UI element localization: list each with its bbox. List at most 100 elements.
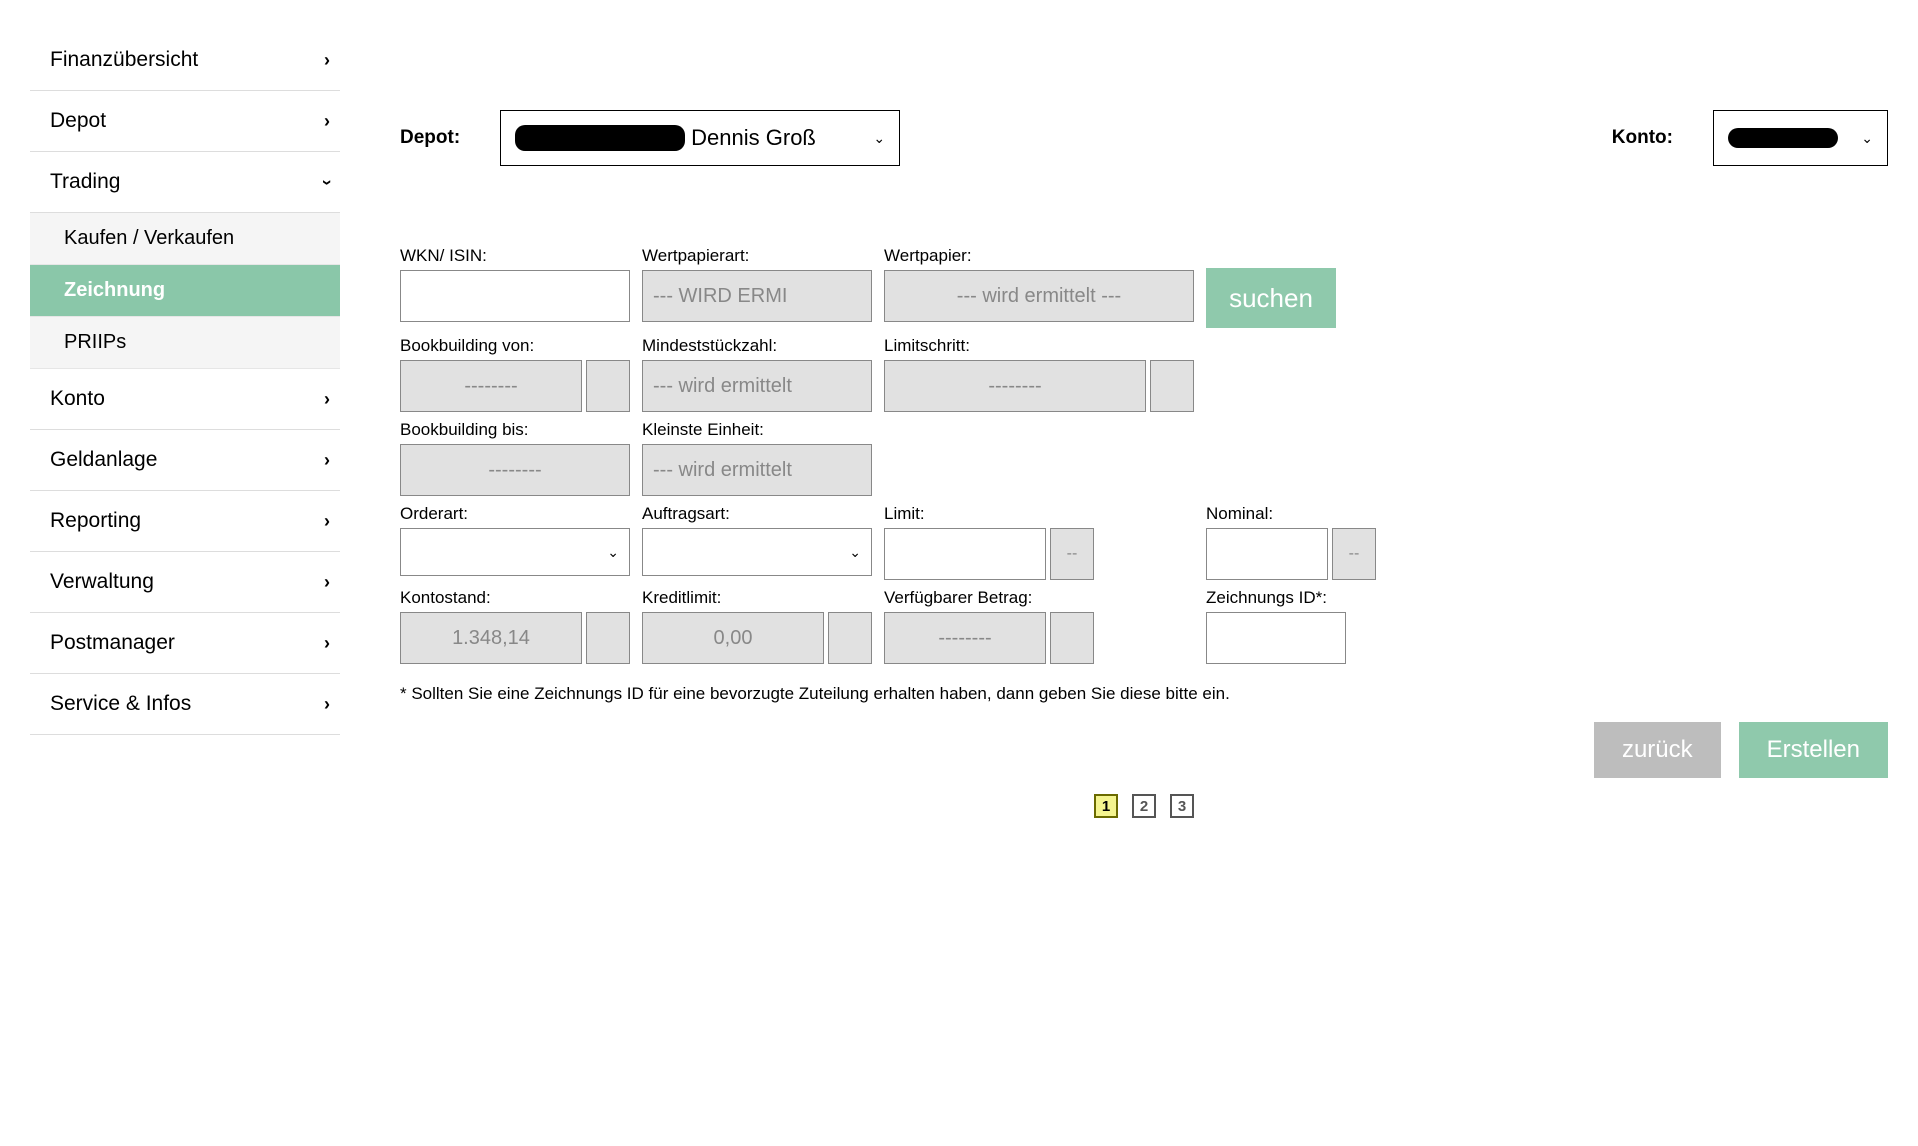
button-label: suchen [1229,283,1313,314]
depot-label: Depot: [400,127,460,149]
nav-trading-children: Kaufen / Verkaufen Zeichnung PRIIPs [30,213,340,369]
field-mindeststueckzahl: Mindeststückzahl: --- wird ermittelt [642,336,872,412]
redacted-icon [1728,128,1838,148]
nav-verwaltung[interactable]: Verwaltung › [30,552,340,613]
nav-label: Konto [50,387,105,411]
field-label: Limitschritt: [884,336,1194,356]
chevron-down-icon: › [317,179,338,185]
subnav-zeichnung[interactable]: Zeichnung [30,265,340,317]
field-limit: Limit: -- [884,504,1194,580]
zeichnungs-id-input[interactable] [1206,612,1346,664]
field-bookbuilding-bis: Bookbuilding bis: -------- [400,420,630,496]
field-label: Bookbuilding bis: [400,420,630,440]
depot-select[interactable]: Dennis Groß ⌄ [500,110,900,166]
value-text: -------- [464,375,517,398]
subnav-label: Zeichnung [64,279,165,301]
top-selectors: Depot: Dennis Groß ⌄ Konto: ⌄ [400,110,1888,166]
nav-postmanager[interactable]: Postmanager › [30,613,340,674]
nav-reporting[interactable]: Reporting › [30,491,340,552]
chevron-right-icon: › [324,633,330,654]
wkn-isin-input[interactable] [400,270,630,322]
suchen-button[interactable]: suchen [1206,268,1336,328]
field-bookbuilding-von: Bookbuilding von: -------- [400,336,630,412]
nominal-input[interactable] [1206,528,1328,580]
button-label: Erstellen [1767,736,1860,763]
nav-label: Reporting [50,509,141,533]
page-2[interactable]: 2 [1132,794,1156,818]
nav-konto[interactable]: Konto › [30,369,340,430]
field-label: Wertpapier: [884,246,1194,266]
field-label: Auftragsart: [642,504,872,524]
field-label: Nominal: [1206,504,1376,524]
field-limitschritt: Limitschritt: -------- [884,336,1194,412]
chevron-right-icon: › [324,450,330,471]
nav-depot[interactable]: Depot › [30,91,340,152]
nav-label: Verwaltung [50,570,154,594]
pagination: 1 2 3 [400,794,1888,818]
field-orderart: Orderart: ⌄ [400,504,630,580]
empty-cell [884,420,1194,496]
nav-service-infos[interactable]: Service & Infos › [30,674,340,735]
zurueck-button[interactable]: zurück [1594,722,1721,778]
value-text: --- wird ermittelt --- [957,285,1121,308]
subnav-priips[interactable]: PRIIPs [30,317,340,369]
unit-box [1050,612,1094,664]
kreditlimit-value: 0,00 [642,612,824,664]
value-text: --- wird ermittelt [653,375,792,398]
auftragsart-select[interactable]: ⌄ [642,528,872,576]
field-kleinste-einheit: Kleinste Einheit: --- wird ermittelt [642,420,872,496]
wertpapierart-value: --- WIRD ERMI [642,270,872,322]
subnav-kaufen-verkaufen[interactable]: Kaufen / Verkaufen [30,213,340,265]
nav-trading[interactable]: Trading › [30,152,340,213]
limit-input[interactable] [884,528,1046,580]
nav-label: Finanzübersicht [50,48,198,72]
depot-value: Dennis Groß [691,125,816,151]
nav-label: Postmanager [50,631,175,655]
field-auftragsart: Auftragsart: ⌄ [642,504,872,580]
value-text: --- wird ermittelt [653,459,792,482]
field-label: Wertpapierart: [642,246,872,266]
field-kreditlimit: Kreditlimit: 0,00 [642,588,872,664]
unit-box [828,612,872,664]
redacted-icon [515,125,685,151]
field-verfuegbarer-betrag: Verfügbarer Betrag: -------- [884,588,1194,664]
chevron-right-icon: › [324,389,330,410]
footnote: * Sollten Sie eine Zeichnungs ID für ein… [400,684,1888,704]
value-text: --- WIRD ERMI [653,285,787,308]
nav-label: Service & Infos [50,692,191,716]
wertpapier-value: --- wird ermittelt --- [884,270,1194,322]
field-label: Bookbuilding von: [400,336,630,356]
nominal-unit: -- [1332,528,1376,580]
chevron-down-icon: ⌄ [1861,130,1873,147]
orderart-select[interactable]: ⌄ [400,528,630,576]
value-text: 1.348,14 [452,627,530,650]
subnav-label: PRIIPs [64,331,126,353]
nav-geldanlage[interactable]: Geldanlage › [30,430,340,491]
nav-finanzuebersicht[interactable]: Finanzübersicht › [30,30,340,91]
field-label: Limit: [884,504,1194,524]
field-label: WKN/ ISIN: [400,246,630,266]
verfuegbarer-betrag-value: -------- [884,612,1046,664]
main-content: Depot: Dennis Groß ⌄ Konto: ⌄ WKN/ ISIN: [340,30,1888,818]
konto-select[interactable]: ⌄ [1713,110,1888,166]
kontostand-value: 1.348,14 [400,612,582,664]
chevron-down-icon: ⌄ [607,544,619,561]
empty-cell [1206,336,1376,412]
field-label: Kreditlimit: [642,588,872,608]
page-1[interactable]: 1 [1094,794,1118,818]
erstellen-button[interactable]: Erstellen [1739,722,1888,778]
field-label: Zeichnungs ID*: [1206,588,1376,608]
value-text: -------- [488,459,541,482]
unit-box [1150,360,1194,412]
field-wkn-isin: WKN/ ISIN: [400,246,630,328]
page-label: 1 [1102,798,1110,815]
unit-box [586,612,630,664]
subnav-label: Kaufen / Verkaufen [64,227,234,249]
field-wertpapierart: Wertpapierart: --- WIRD ERMI [642,246,872,328]
page-3[interactable]: 3 [1170,794,1194,818]
limitschritt-value: -------- [884,360,1146,412]
form-grid: WKN/ ISIN: Wertpapierart: --- WIRD ERMI … [400,246,1888,664]
chevron-right-icon: › [324,694,330,715]
field-wertpapier: Wertpapier: --- wird ermittelt --- [884,246,1194,328]
field-suchen-wrap: suchen [1206,246,1376,328]
